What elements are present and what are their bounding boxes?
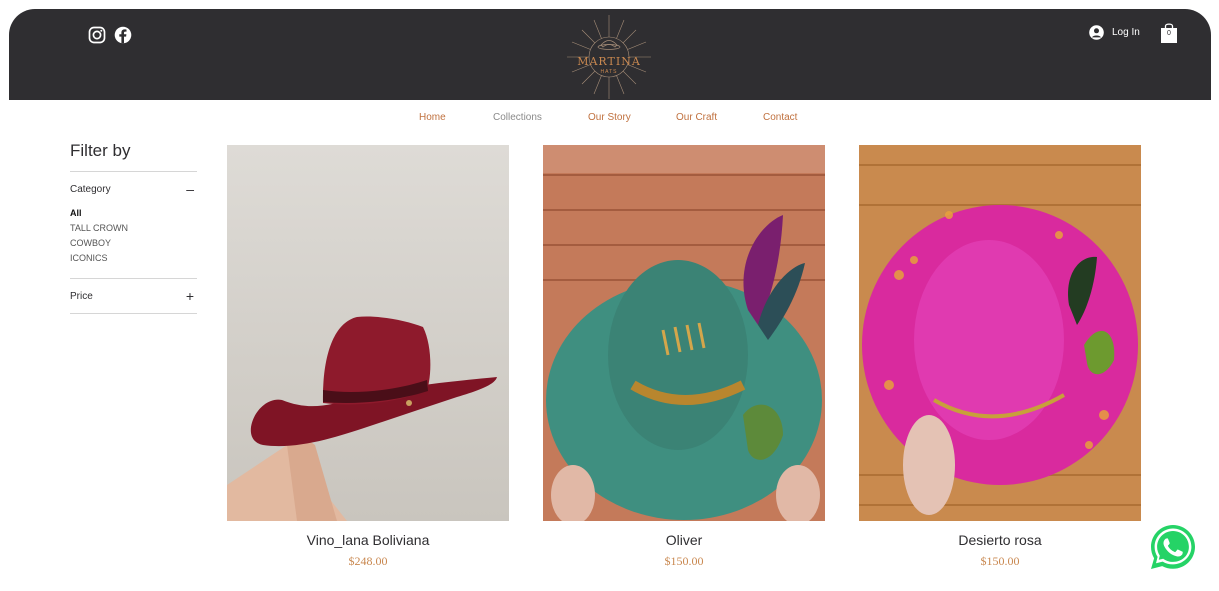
teal-hat-image (543, 145, 825, 521)
category-option-iconics[interactable]: ICONICS (70, 251, 197, 266)
cart-button[interactable]: 0 (1160, 22, 1178, 44)
category-filter-toggle[interactable]: Category – (70, 181, 197, 206)
whatsapp-icon (1151, 525, 1195, 569)
logo-text: MARTINA (577, 55, 641, 68)
pink-hat-image (859, 145, 1141, 521)
price-label: Price (70, 291, 93, 302)
instagram-icon[interactable] (88, 26, 106, 44)
nav-home[interactable]: Home (419, 112, 446, 123)
product-image-desierto-rosa-hat[interactable] (859, 145, 1141, 521)
cart-count: 0 (1167, 30, 1171, 37)
price-filter-toggle[interactable]: Price + (70, 288, 197, 313)
expand-icon: + (185, 288, 194, 304)
facebook-icon[interactable] (114, 26, 132, 44)
product-card: Desierto rosa $150.00 (859, 145, 1141, 569)
product-card: Oliver $150.00 (543, 145, 825, 569)
page-frame: MARTINA HATS Log In 0 Home Collections O… (9, 9, 1211, 591)
site-header: MARTINA HATS Log In 0 (9, 9, 1211, 100)
whatsapp-chat-button[interactable] (1148, 522, 1198, 572)
nav-collections[interactable]: Collections (493, 112, 542, 123)
filter-title: Filter by (70, 141, 131, 160)
product-price: $248.00 (348, 554, 388, 568)
login-label: Log In (1112, 27, 1140, 38)
social-links (88, 26, 132, 44)
divider (70, 171, 197, 172)
category-option-all[interactable]: All (70, 206, 197, 221)
logo-subtext: HATS (600, 69, 618, 75)
burgundy-hat-image (227, 145, 509, 521)
category-option-tall-crown[interactable]: TALL CROWN (70, 221, 197, 236)
divider (70, 313, 197, 314)
nav-our-story[interactable]: Our Story (588, 112, 631, 123)
product-price: $150.00 (664, 554, 704, 568)
filter-sidebar: Filter by Category – All TALL CROWN COWB… (70, 141, 197, 314)
nav-contact[interactable]: Contact (763, 112, 797, 123)
collapse-icon: – (186, 181, 194, 197)
login-button[interactable]: Log In (1089, 25, 1140, 40)
user-avatar-icon (1089, 25, 1104, 40)
category-list: All TALL CROWN COWBOY ICONICS (70, 206, 197, 266)
main-nav: Home Collections Our Story Our Craft Con… (9, 112, 1211, 128)
category-option-cowboy[interactable]: COWBOY (70, 236, 197, 251)
product-name[interactable]: Desierto rosa (859, 532, 1141, 548)
brand-logo[interactable]: MARTINA HATS (564, 15, 654, 99)
product-name[interactable]: Vino_lana Boliviana (227, 532, 509, 548)
divider (70, 278, 197, 279)
product-image-vino-hat[interactable] (227, 145, 509, 521)
category-label: Category (70, 184, 111, 195)
nav-our-craft[interactable]: Our Craft (676, 112, 717, 123)
product-image-oliver-hat[interactable] (543, 145, 825, 521)
product-name[interactable]: Oliver (543, 532, 825, 548)
product-price: $150.00 (980, 554, 1020, 568)
product-card: Vino_lana Boliviana $248.00 (227, 145, 509, 569)
